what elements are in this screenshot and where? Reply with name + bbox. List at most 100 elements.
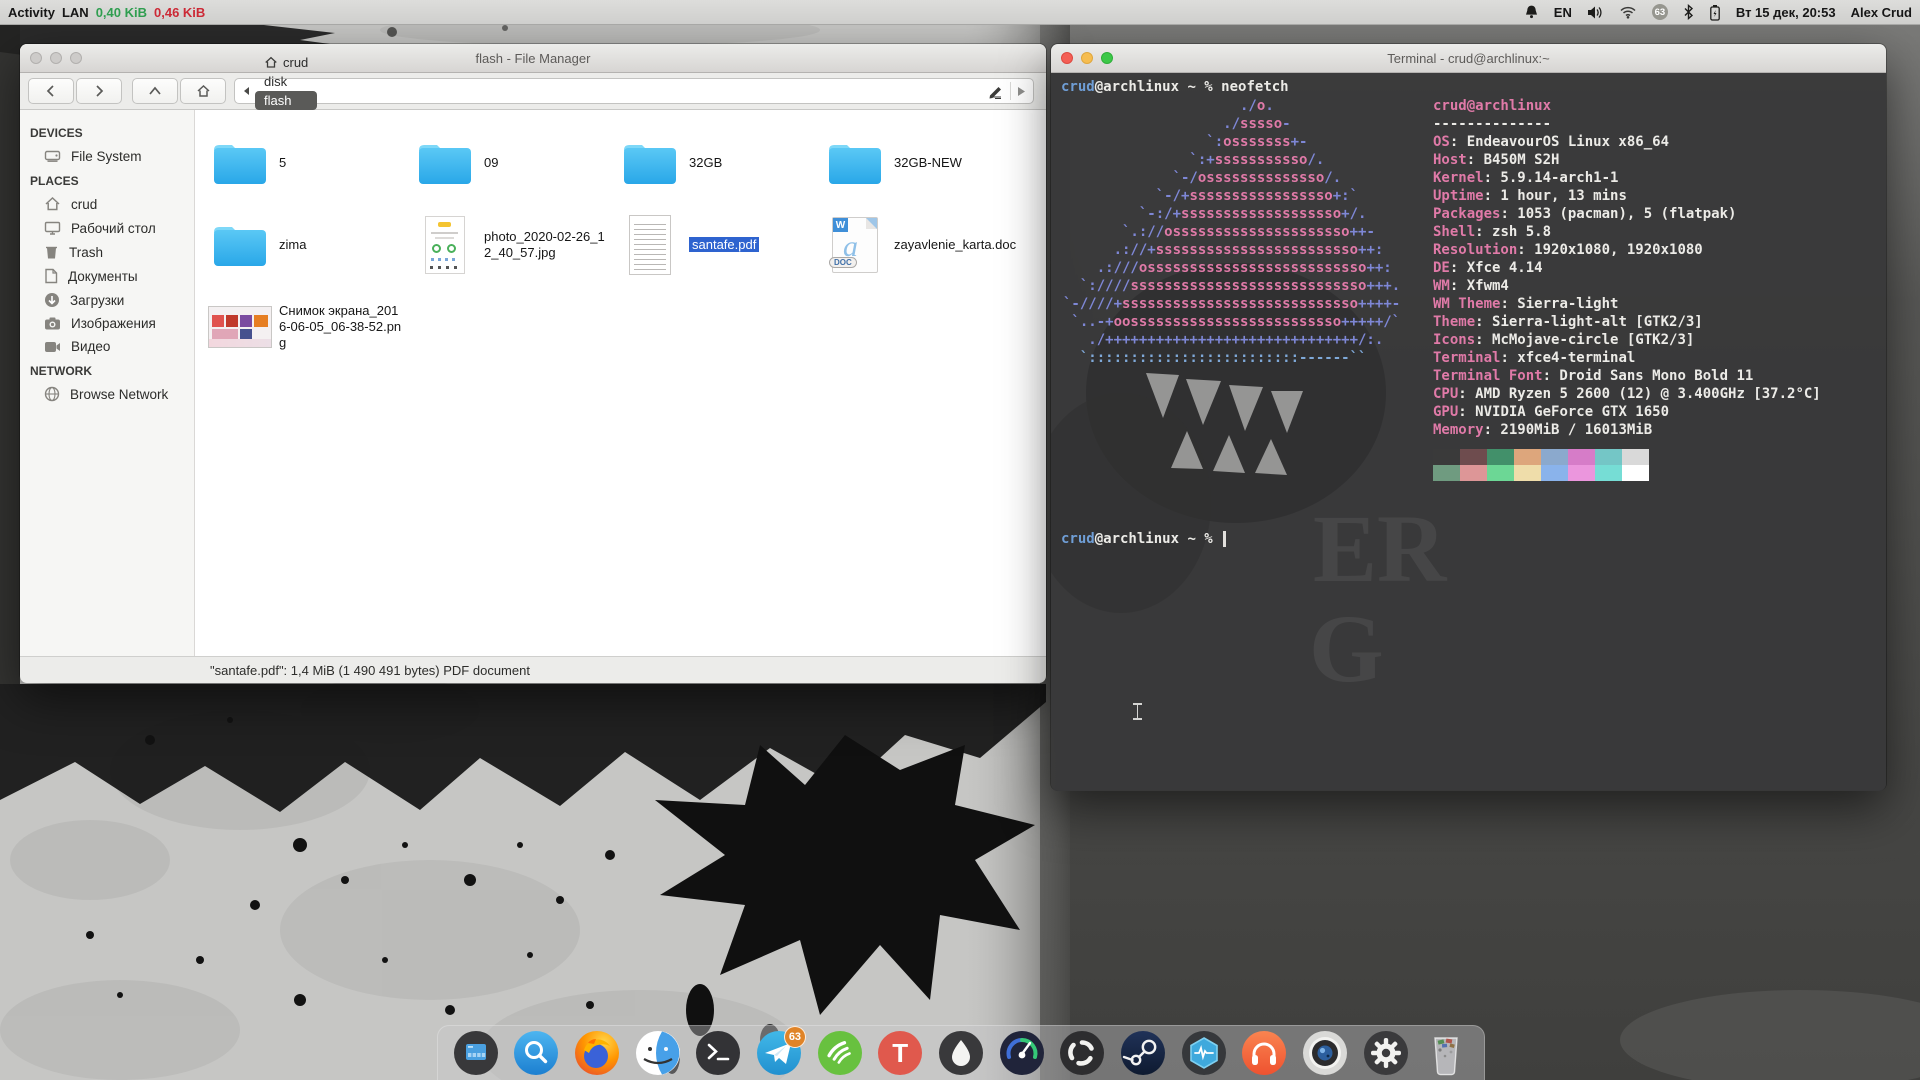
pdf-thumbnail	[629, 215, 671, 275]
path-scroll-right-icon[interactable]	[1017, 86, 1026, 97]
forward-button[interactable]	[76, 78, 122, 104]
language-indicator[interactable]: EN	[1554, 5, 1572, 20]
file-item[interactable]: 09	[412, 140, 617, 187]
maximize-button[interactable]	[70, 52, 82, 64]
bell-icon[interactable]	[1524, 4, 1539, 20]
neofetch-row: Terminal: xfce4-terminal	[1433, 349, 1821, 367]
dock-telegram[interactable]: 63	[756, 1030, 802, 1076]
sidebar-item-downloads[interactable]: Загрузки	[20, 288, 194, 312]
file-item[interactable]: 32GB-NEW	[822, 140, 1027, 187]
neofetch-row: Host: B450M S2H	[1433, 151, 1821, 169]
fm-titlebar[interactable]: flash - File Manager	[20, 44, 1046, 73]
neofetch-row: OS: EndeavourOS Linux x86_64	[1433, 133, 1821, 151]
folder-icon	[211, 222, 269, 269]
sidebar-item-network[interactable]: Browse Network	[20, 382, 194, 406]
sidebar-item-label: File System	[71, 149, 142, 164]
battery-icon[interactable]	[1709, 4, 1721, 21]
palette-swatch	[1595, 449, 1622, 465]
path-bar[interactable]: cruddiskflash32GB	[234, 78, 1034, 104]
neofetch-row: Terminal Font: Droid Sans Mono Bold 11	[1433, 367, 1821, 385]
path-scroll-left-icon[interactable]	[243, 86, 251, 96]
bluetooth-icon[interactable]	[1683, 4, 1694, 20]
dock-firefox[interactable]	[574, 1030, 620, 1076]
maximize-button[interactable]	[1101, 52, 1113, 64]
dock-drop[interactable]	[938, 1030, 984, 1076]
minimize-button[interactable]	[1081, 52, 1093, 64]
file-item[interactable]: zima	[207, 222, 412, 269]
sidebar-item-pictures[interactable]: Изображения	[20, 312, 194, 335]
terminal-titlebar[interactable]: Terminal - crud@archlinux:~	[1051, 44, 1886, 73]
palette-swatch	[1541, 465, 1568, 481]
neofetch-row: Memory: 2190MiB / 16013MiB	[1433, 421, 1821, 439]
sidebar-item-label: Trash	[69, 245, 103, 260]
sidebar-item-home[interactable]: crud	[20, 192, 194, 216]
minimize-button[interactable]	[50, 52, 62, 64]
dock-app-grid[interactable]	[453, 1030, 499, 1076]
neofetch-row: DE: Xfce 4.14	[1433, 259, 1821, 277]
folder-icon	[621, 140, 679, 187]
sidebar-section-header: DEVICES	[20, 120, 194, 144]
dock-headphones[interactable]	[1241, 1030, 1287, 1076]
file-item[interactable]: Снимок экрана_2016-06-05_06-38-52.png	[207, 303, 412, 352]
home-button[interactable]	[180, 78, 226, 104]
dock-camera[interactable]	[1302, 1030, 1348, 1076]
file-item[interactable]: santafe.pdf	[617, 215, 822, 275]
edit-path-icon[interactable]	[987, 84, 1004, 99]
file-label: santafe.pdf	[689, 237, 759, 253]
palette-swatch	[1514, 465, 1541, 481]
notification-badge[interactable]: 63	[1652, 4, 1668, 20]
sidebar-item-videos[interactable]: Видео	[20, 335, 194, 358]
neofetch-row: Resolution: 1920x1080, 1920x1080	[1433, 241, 1821, 259]
activity-label[interactable]: Activity	[8, 5, 55, 20]
up-button[interactable]	[132, 78, 178, 104]
path-segment-2[interactable]: flash	[255, 91, 317, 110]
screenshot-thumbnail	[208, 306, 272, 348]
dock-obs[interactable]	[1059, 1030, 1105, 1076]
sidebar-item-documents[interactable]: Документы	[20, 264, 194, 288]
dock-search[interactable]	[513, 1030, 559, 1076]
palette-swatch	[1541, 449, 1568, 465]
dock-settings[interactable]	[1363, 1030, 1409, 1076]
file-item[interactable]: photo_2020-02-26_12_40_57.jpg	[412, 216, 617, 274]
path-segment-1[interactable]: disk	[255, 72, 317, 91]
close-button[interactable]	[1061, 52, 1073, 64]
palette-swatch	[1622, 465, 1649, 481]
terminal-content[interactable]: ER G crud@archlinux ~ % neofetch ./o. ./…	[1051, 73, 1886, 791]
file-item[interactable]: 5	[207, 140, 412, 187]
sidebar-item-trash[interactable]: Trash	[20, 240, 194, 264]
palette-swatch	[1568, 465, 1595, 481]
dock-terminal[interactable]	[695, 1030, 741, 1076]
lan-label: LAN	[62, 5, 89, 20]
dock-steam[interactable]	[1120, 1030, 1166, 1076]
dock-spotify[interactable]	[817, 1030, 863, 1076]
file-item[interactable]: 32GB	[617, 140, 822, 187]
file-label: zima	[279, 237, 306, 253]
file-manager-window: flash - File Manager cruddiskflash32GB	[20, 44, 1046, 681]
palette-swatch	[1460, 465, 1487, 481]
dock-file-manager[interactable]	[635, 1030, 681, 1076]
clock[interactable]: Вт 15 дек, 20:53	[1736, 5, 1836, 20]
neofetch-row: Uptime: 1 hour, 13 mins	[1433, 187, 1821, 205]
palette-swatch	[1433, 465, 1460, 481]
dock-t-app[interactable]: T	[877, 1030, 923, 1076]
sidebar-section-header: NETWORK	[20, 358, 194, 382]
back-button[interactable]	[28, 78, 74, 104]
fm-file-grid[interactable]: 509 32GB 32GB-NEW zima photo_2020-02-26_12_4…	[195, 110, 1046, 656]
dock-system-monitor[interactable]	[999, 1030, 1045, 1076]
sidebar-item-desktop[interactable]: Рабочий стол	[20, 216, 194, 240]
neofetch-row: Packages: 1053 (pacman), 5 (flatpak)	[1433, 205, 1821, 223]
volume-icon[interactable]	[1587, 5, 1604, 20]
path-segment-0[interactable]: crud	[255, 53, 317, 72]
user-menu[interactable]: Alex Crud	[1851, 5, 1912, 20]
sidebar-item-drive[interactable]: File System	[20, 144, 194, 168]
dock-wave-meter[interactable]	[1181, 1030, 1227, 1076]
file-label: 32GB	[689, 155, 722, 171]
neofetch-row: WM Theme: Sierra-light	[1433, 295, 1821, 313]
palette-swatch	[1487, 465, 1514, 481]
terminal-active-prompt[interactable]: crud@archlinux ~ %	[1061, 530, 1226, 548]
close-button[interactable]	[30, 52, 42, 64]
neofetch-info: crud@archlinux--------------OS: Endeavou…	[1433, 97, 1821, 439]
wifi-icon[interactable]	[1619, 5, 1637, 19]
file-item[interactable]: WaDOCzayavlenie_karta.doc	[822, 217, 1027, 273]
dock-trash[interactable]	[1423, 1030, 1469, 1076]
